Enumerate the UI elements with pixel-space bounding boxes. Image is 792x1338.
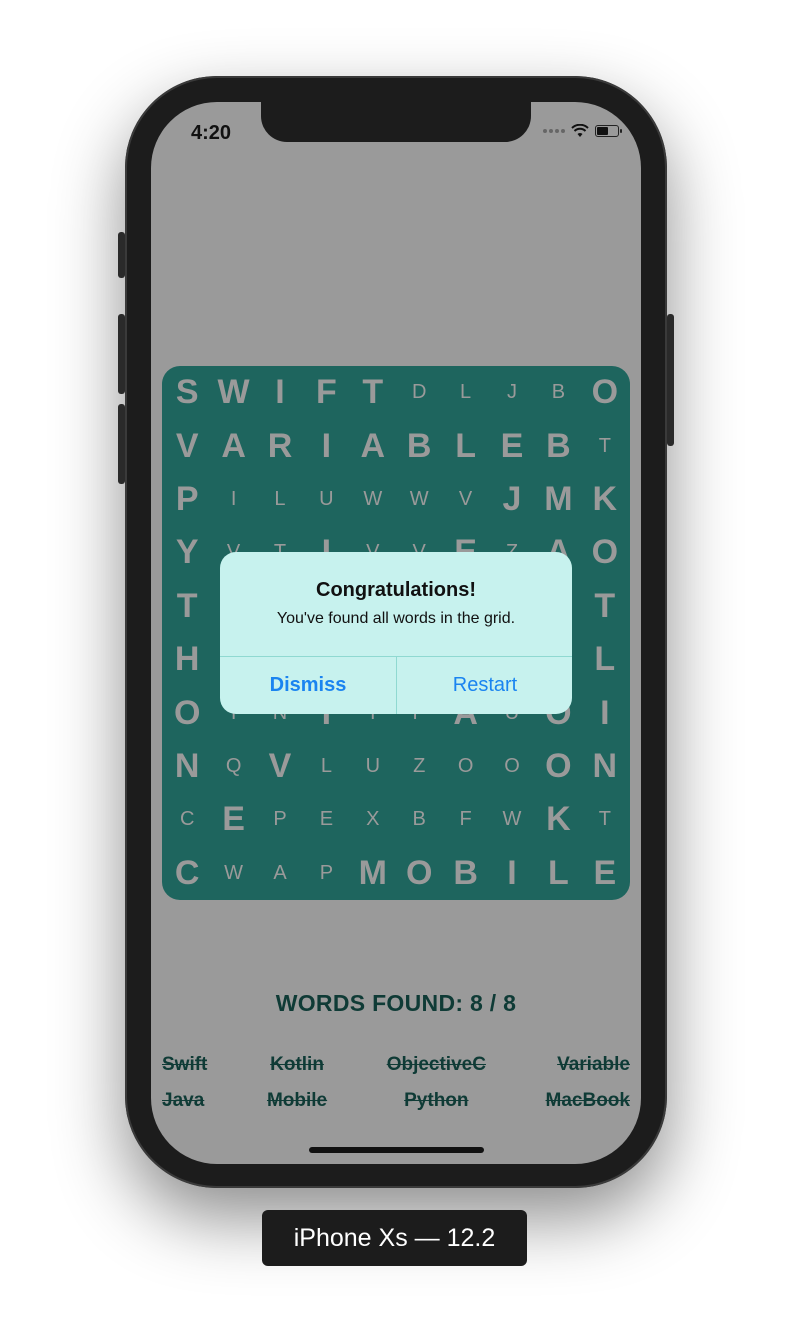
grid-cell[interactable]: I: [582, 686, 628, 739]
status-time: 4:20: [191, 122, 232, 144]
grid-cell[interactable]: T: [582, 793, 628, 846]
grid-cell[interactable]: B: [396, 419, 442, 472]
notch: [261, 102, 531, 142]
grid-cell[interactable]: U: [303, 473, 349, 526]
grid-cell[interactable]: U: [350, 740, 396, 793]
grid-cell[interactable]: L: [303, 740, 349, 793]
grid-cell[interactable]: F: [303, 366, 349, 419]
grid-cell[interactable]: N: [582, 740, 628, 793]
grid-cell[interactable]: O: [396, 847, 442, 900]
grid-cell[interactable]: M: [535, 473, 581, 526]
grid-cell[interactable]: B: [396, 793, 442, 846]
word-item: ObjectiveC: [386, 1054, 486, 1075]
grid-cell[interactable]: O: [582, 526, 628, 579]
grid-cell[interactable]: C: [164, 793, 210, 846]
grid-cell[interactable]: O: [582, 366, 628, 419]
grid-cell[interactable]: L: [257, 473, 303, 526]
grid-cell[interactable]: K: [535, 793, 581, 846]
grid-cell[interactable]: E: [303, 793, 349, 846]
grid-cell[interactable]: Z: [396, 740, 442, 793]
signal-icon: [543, 129, 565, 133]
status-icons: [543, 124, 622, 138]
grid-cell[interactable]: O: [489, 740, 535, 793]
grid-cell[interactable]: S: [164, 366, 210, 419]
grid-cell[interactable]: F: [442, 793, 488, 846]
grid-cell[interactable]: E: [210, 793, 256, 846]
grid-cell[interactable]: R: [257, 419, 303, 472]
grid-cell[interactable]: V: [257, 740, 303, 793]
home-indicator[interactable]: [309, 1147, 484, 1153]
congratulations-alert: Congratulations! You've found all words …: [220, 552, 572, 714]
grid-cell[interactable]: I: [257, 366, 303, 419]
grid-cell[interactable]: B: [442, 847, 488, 900]
grid-cell[interactable]: L: [582, 633, 628, 686]
grid-cell[interactable]: C: [164, 847, 210, 900]
grid-cell[interactable]: O: [535, 740, 581, 793]
alert-message: You've found all words in the grid.: [276, 610, 516, 627]
grid-cell[interactable]: Q: [210, 740, 256, 793]
grid-cell[interactable]: V: [164, 419, 210, 472]
grid-cell[interactable]: H: [164, 633, 210, 686]
grid-cell[interactable]: Y: [164, 526, 210, 579]
grid-cell[interactable]: L: [442, 419, 488, 472]
grid-cell[interactable]: I: [210, 473, 256, 526]
dismiss-button[interactable]: Dismiss: [220, 657, 396, 714]
restart-button[interactable]: Restart: [397, 657, 572, 714]
grid-cell[interactable]: L: [535, 847, 581, 900]
grid-cell[interactable]: A: [210, 419, 256, 472]
grid-cell[interactable]: K: [582, 473, 628, 526]
word-item: Mobile: [266, 1090, 328, 1111]
screen: 4:20 SWIFTDLJBOVARIABLEBTPILUWWVJMKYVTIV…: [151, 102, 641, 1164]
grid-cell[interactable]: T: [164, 580, 210, 633]
grid-cell[interactable]: M: [350, 847, 396, 900]
device-label: iPhone Xs — 12.2: [262, 1210, 527, 1266]
grid-cell[interactable]: W: [210, 847, 256, 900]
word-item: MacBook: [545, 1090, 630, 1111]
grid-cell[interactable]: T: [582, 580, 628, 633]
grid-cell[interactable]: B: [535, 366, 581, 419]
grid-cell[interactable]: W: [210, 366, 256, 419]
word-item: Python: [404, 1090, 469, 1111]
grid-cell[interactable]: W: [350, 473, 396, 526]
grid-cell[interactable]: B: [535, 419, 581, 472]
grid-cell[interactable]: L: [442, 366, 488, 419]
grid-cell[interactable]: E: [489, 419, 535, 472]
grid-cell[interactable]: J: [489, 366, 535, 419]
words-found-counter: WORDS FOUND: 8 / 8: [275, 990, 517, 1016]
volume-down-button: [118, 404, 125, 484]
grid-cell[interactable]: E: [582, 847, 628, 900]
wifi-icon: [571, 124, 589, 137]
word-item: Variable: [557, 1054, 630, 1075]
grid-cell[interactable]: W: [489, 793, 535, 846]
grid-cell[interactable]: A: [350, 419, 396, 472]
word-item: Kotlin: [270, 1054, 324, 1075]
power-button: [667, 314, 674, 446]
grid-cell[interactable]: V: [442, 473, 488, 526]
grid-cell[interactable]: D: [396, 366, 442, 419]
grid-cell[interactable]: O: [164, 686, 210, 739]
grid-cell[interactable]: J: [489, 473, 535, 526]
mute-switch: [118, 232, 125, 278]
word-item: Swift: [162, 1054, 208, 1075]
word-list: Swift Kotlin ObjectiveC Variable Java Mo…: [162, 1054, 630, 1112]
grid-cell[interactable]: N: [164, 740, 210, 793]
grid-cell[interactable]: T: [350, 366, 396, 419]
volume-up-button: [118, 314, 125, 394]
grid-cell[interactable]: A: [257, 847, 303, 900]
grid-cell[interactable]: O: [442, 740, 488, 793]
grid-cell[interactable]: P: [257, 793, 303, 846]
grid-cell[interactable]: P: [164, 473, 210, 526]
grid-cell[interactable]: W: [396, 473, 442, 526]
alert-title: Congratulations!: [316, 579, 476, 601]
grid-cell[interactable]: I: [489, 847, 535, 900]
grid-cell[interactable]: T: [582, 419, 628, 472]
grid-cell[interactable]: P: [303, 847, 349, 900]
grid-cell[interactable]: X: [350, 793, 396, 846]
battery-icon: [595, 125, 622, 137]
word-item: Java: [162, 1090, 205, 1111]
grid-cell[interactable]: I: [303, 419, 349, 472]
